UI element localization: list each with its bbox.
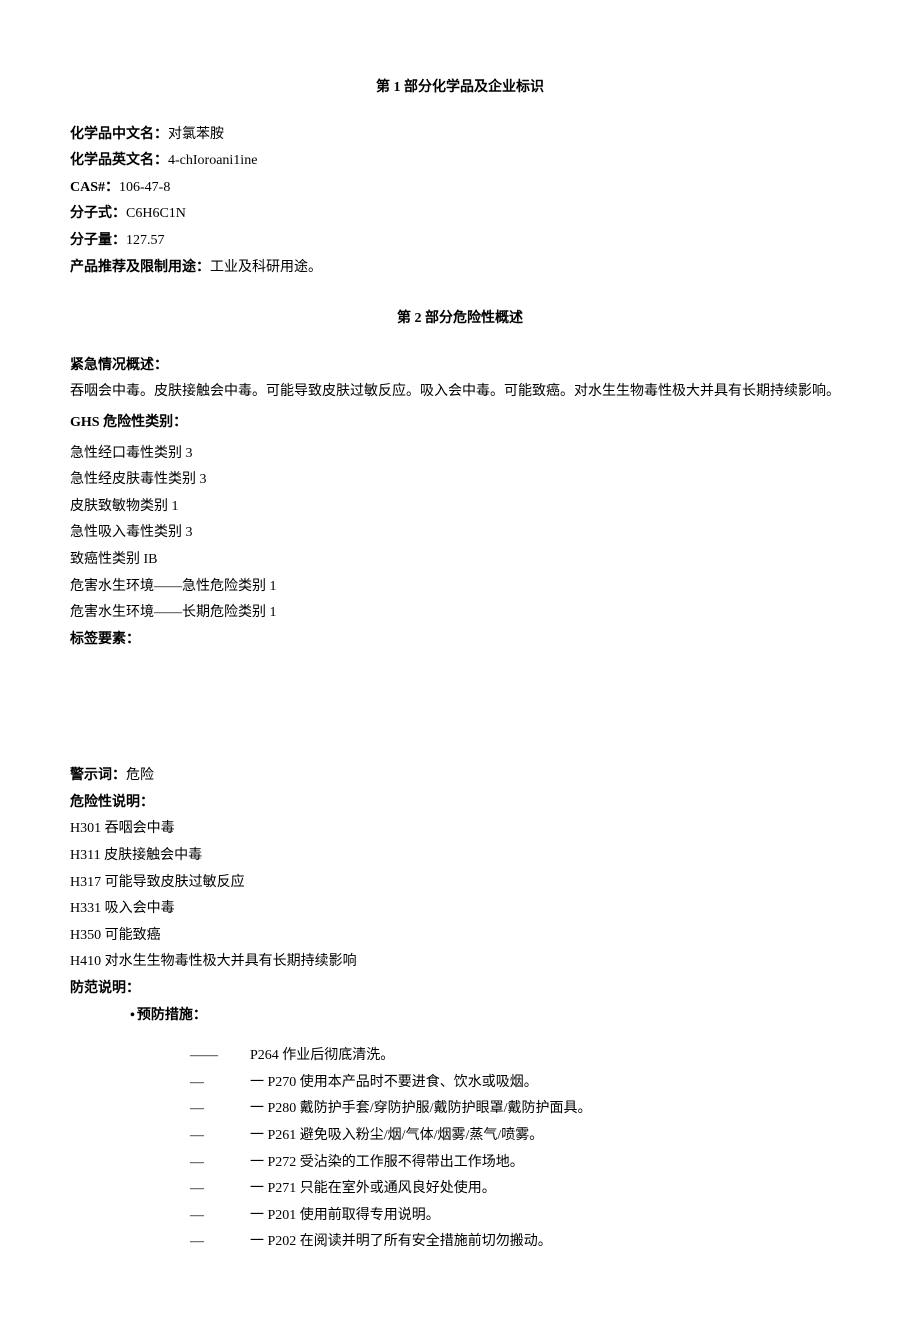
ghs-item: 急性吸入毒性类别 3 [70,520,850,547]
section-2: 第 2 部分危险性概述 紧急情况概述： 吞咽会中毒。皮肤接触会中毒。可能导致皮肤… [70,306,850,1256]
hazard-item: H410 对水生生物毒性极大并具有长期持续影响 [70,949,850,976]
label-cas: CAS#： [70,180,119,195]
precaution-item: —— P264 作业后彻底清洗。 [190,1043,850,1070]
precaution-item: — 一 P270 使用本产品时不要进食、饮水或吸烟。 [190,1070,850,1097]
row-chinese-name: 化学品中文名：对氯苯胺 [70,122,850,149]
dash-lead: — [190,1203,250,1230]
row-cas: CAS#：106-47-8 [70,175,850,202]
label-ghs: GHS 危险性类别： [70,410,850,437]
section-1: 第 1 部分化学品及企业标识 化学品中文名：对氯苯胺 化学品英文名：4-chIo… [70,75,850,281]
hazard-item: H331 吸入会中毒 [70,896,850,923]
row-formula: 分子式：C6H6C1N [70,201,850,228]
label-hazard-statements: 危险性说明： [70,790,850,817]
label-prevent: 预防措施： [70,1003,850,1030]
text-emergency: 吞咽会中毒。皮肤接触会中毒。可能导致皮肤过敏反应。吸入会中毒。可能致癌。对水生生… [70,379,850,406]
label-precautionary: 防范说明： [70,976,850,1003]
ghs-item: 致癌性类别 IB [70,547,850,574]
label-usage: 产品推荐及限制用途： [70,260,210,275]
label-elements: 标签要素： [70,627,850,654]
section-2-title: 第 2 部分危险性概述 [70,306,850,333]
precaution-text: 一 P201 使用前取得专用说明。 [250,1203,440,1230]
pictogram-placeholder [70,653,850,763]
label-signal-word: 警示词： [70,768,126,783]
dash-lead: — [190,1176,250,1203]
ghs-item: 急性经皮肤毒性类别 3 [70,467,850,494]
dash-lead: — [190,1070,250,1097]
hazard-item: H350 可能致癌 [70,923,850,950]
row-english-name: 化学品英文名：4-chIoroani1ine [70,148,850,175]
value-english-name: 4-chIoroani1ine [168,153,257,168]
hazard-item: H301 吞咽会中毒 [70,816,850,843]
section-1-title: 第 1 部分化学品及企业标识 [70,75,850,102]
ghs-list: 急性经口毒性类别 3 急性经皮肤毒性类别 3 皮肤致敏物类别 1 急性吸入毒性类… [70,441,850,627]
row-weight: 分子量：127.57 [70,228,850,255]
value-formula: C6H6C1N [126,206,186,221]
label-weight: 分子量： [70,233,126,248]
precaution-text: 一 P202 在阅读并明了所有安全措施前切勿搬动。 [250,1229,552,1256]
hazard-item: H311 皮肤接触会中毒 [70,843,850,870]
precaution-list: —— P264 作业后彻底清洗。 — 一 P270 使用本产品时不要进食、饮水或… [70,1043,850,1256]
precaution-item: — 一 P202 在阅读并明了所有安全措施前切勿搬动。 [190,1229,850,1256]
label-english-name: 化学品英文名： [70,153,168,168]
label-prevent-text: 预防措施： [137,1008,207,1023]
label-emergency: 紧急情况概述： [70,353,850,380]
value-chinese-name: 对氯苯胺 [168,127,224,142]
precaution-text: 一 P261 避免吸入粉尘/烟/气体/烟雾/蒸气/喷雾。 [250,1123,543,1150]
precaution-item: — 一 P261 避免吸入粉尘/烟/气体/烟雾/蒸气/喷雾。 [190,1123,850,1150]
precaution-item: — 一 P280 戴防护手套/穿防护服/戴防护眼罩/戴防护面具。 [190,1096,850,1123]
ghs-item: 危害水生环境——长期危险类别 1 [70,600,850,627]
ghs-item: 急性经口毒性类别 3 [70,441,850,468]
row-usage: 产品推荐及限制用途：工业及科研用途。 [70,255,850,282]
precaution-text: 一 P270 使用本产品时不要进食、饮水或吸烟。 [250,1070,538,1097]
precaution-text: 一 P271 只能在室外或通风良好处使用。 [250,1176,496,1203]
dash-lead: — [190,1096,250,1123]
value-cas: 106-47-8 [119,180,170,195]
value-signal-word: 危险 [126,768,154,783]
precaution-item: — 一 P201 使用前取得专用说明。 [190,1203,850,1230]
dash-lead: — [190,1150,250,1177]
label-chinese-name: 化学品中文名： [70,127,168,142]
precaution-item: — 一 P271 只能在室外或通风良好处使用。 [190,1176,850,1203]
ghs-item: 皮肤致敏物类别 1 [70,494,850,521]
precaution-text: 一 P272 受沾染的工作服不得带出工作场地。 [250,1150,524,1177]
precaution-item: — 一 P272 受沾染的工作服不得带出工作场地。 [190,1150,850,1177]
dash-lead: —— [190,1043,250,1070]
row-signal-word: 警示词：危险 [70,763,850,790]
ghs-item: 危害水生环境——急性危险类别 1 [70,574,850,601]
precaution-text: P264 作业后彻底清洗。 [250,1043,394,1070]
dash-lead: — [190,1123,250,1150]
value-weight: 127.57 [126,233,165,248]
precaution-text: 一 P280 戴防护手套/穿防护服/戴防护眼罩/戴防护面具。 [250,1096,591,1123]
hazard-list: H301 吞咽会中毒 H311 皮肤接触会中毒 H317 可能导致皮肤过敏反应 … [70,816,850,976]
value-usage: 工业及科研用途。 [210,260,322,275]
label-formula: 分子式： [70,206,126,221]
hazard-item: H317 可能导致皮肤过敏反应 [70,870,850,897]
dash-lead: — [190,1229,250,1256]
